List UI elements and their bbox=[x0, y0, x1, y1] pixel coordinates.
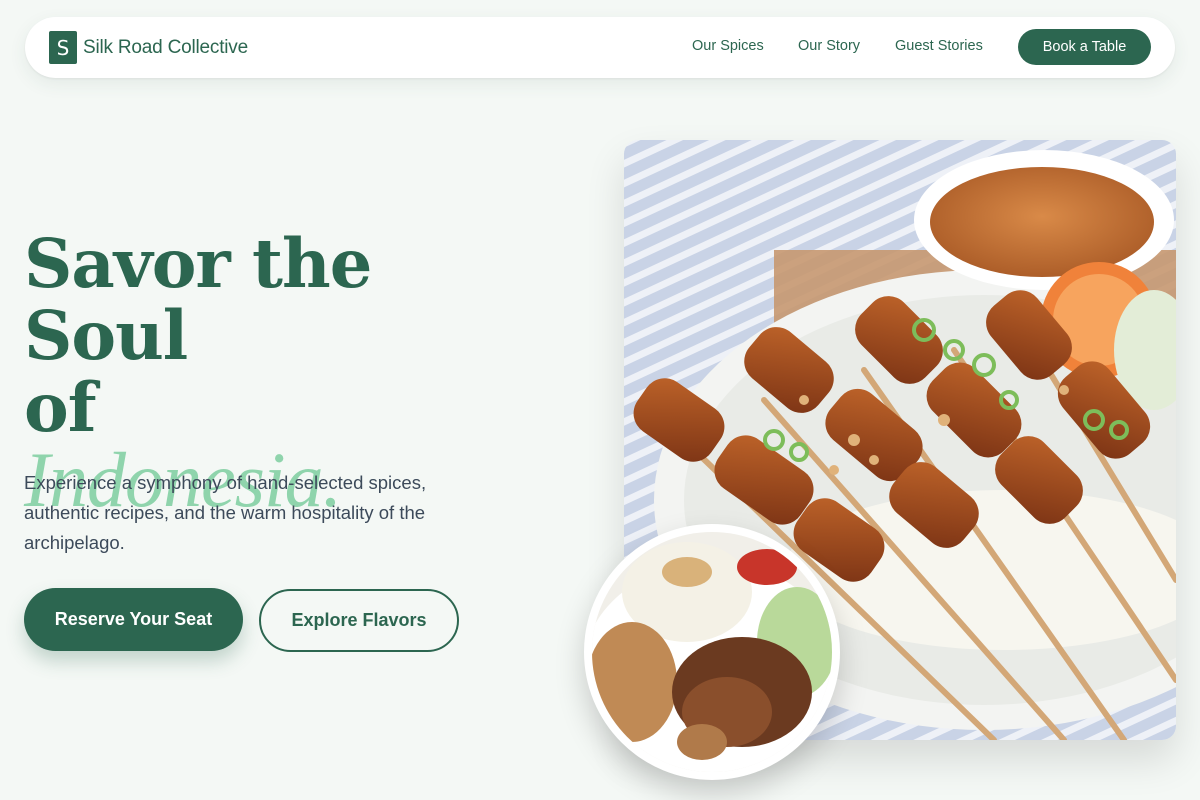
brand-name: Silk Road Collective bbox=[83, 36, 248, 58]
nasi-plate-photo bbox=[584, 524, 840, 780]
book-table-button[interactable]: Book a Table bbox=[1018, 29, 1151, 65]
nasi-plate-illustration bbox=[592, 532, 832, 772]
navbar: S Silk Road Collective Our Spices Our St… bbox=[25, 17, 1175, 78]
headline-line-1: Savor the Soul bbox=[24, 224, 372, 375]
hero-description: Experience a symphony of hand-selected s… bbox=[24, 472, 427, 553]
nav-link-our-spices[interactable]: Our Spices bbox=[692, 38, 764, 54]
brand-logo-link[interactable]: S Silk Road Collective bbox=[49, 31, 248, 64]
nav-link-guest-stories[interactable]: Guest Stories bbox=[895, 38, 983, 54]
reserve-seat-button[interactable]: Reserve Your Seat bbox=[24, 588, 243, 651]
nav-link-our-story[interactable]: Our Story bbox=[798, 38, 860, 54]
brand-mark-icon: S bbox=[49, 31, 77, 64]
explore-flavors-button[interactable]: Explore Flavors bbox=[259, 589, 459, 652]
